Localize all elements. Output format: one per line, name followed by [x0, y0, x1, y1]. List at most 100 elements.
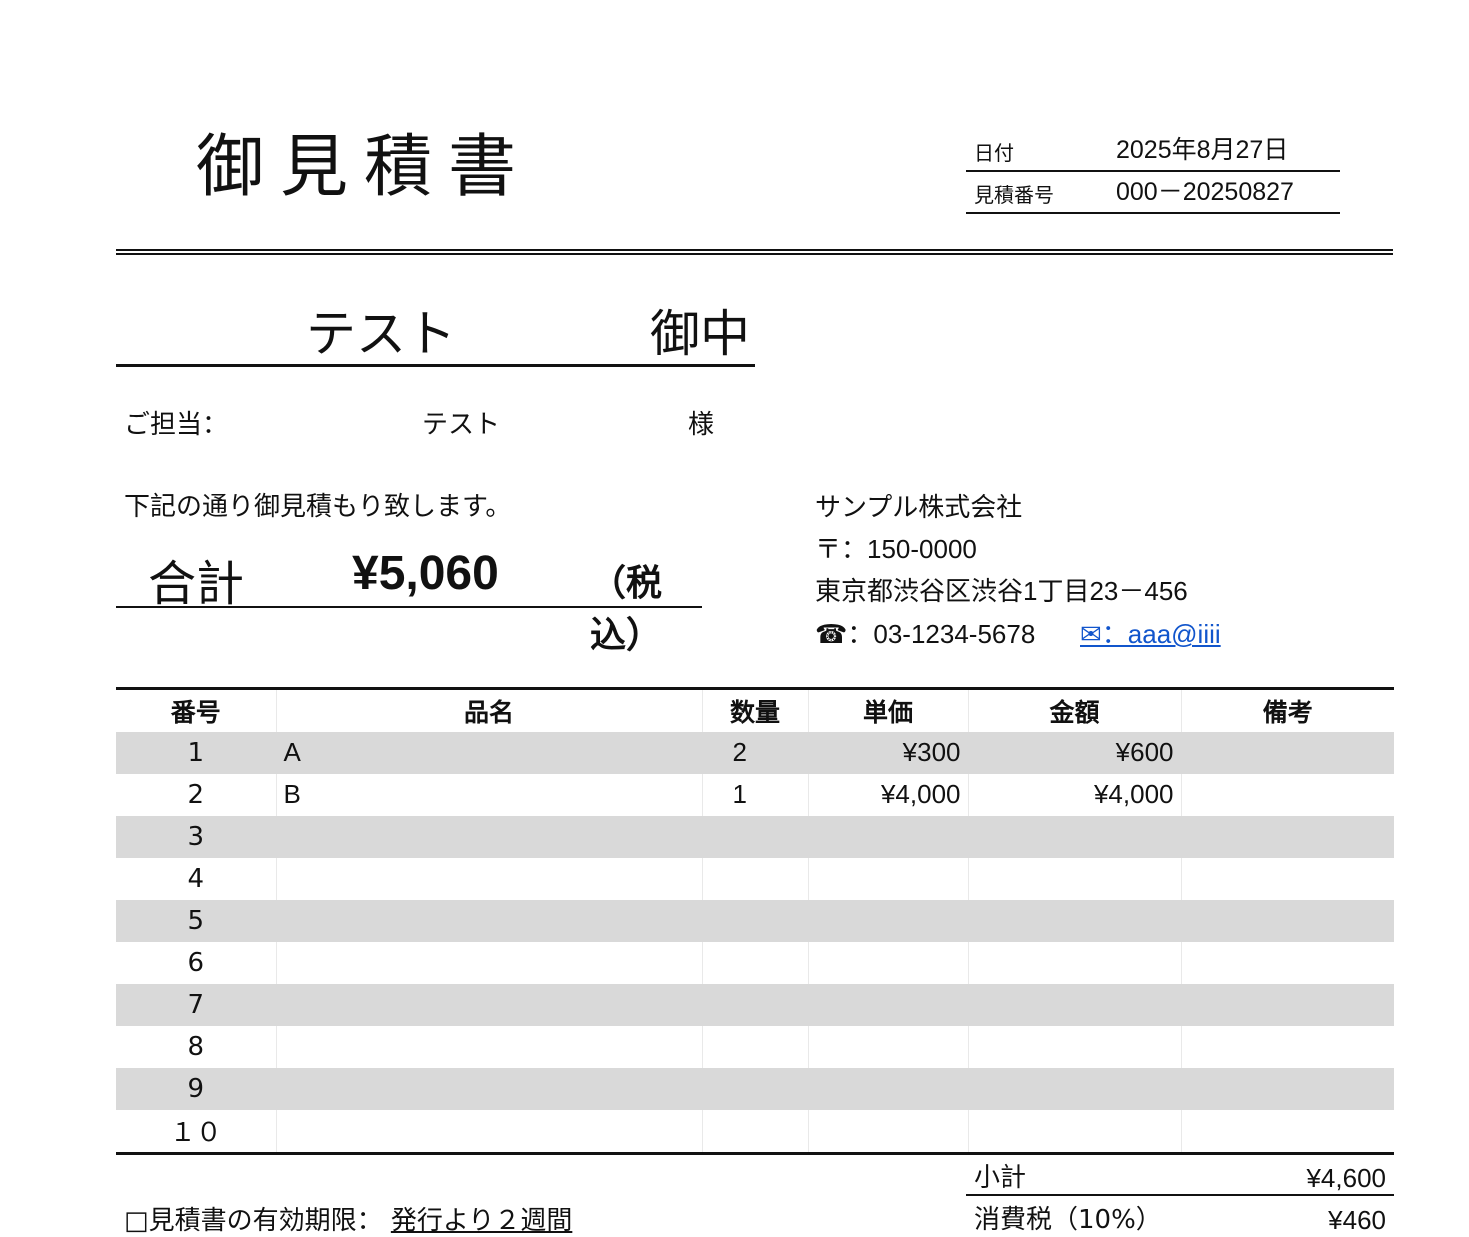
- company-postal: 〒：150-0000: [815, 534, 977, 564]
- total-tax-note: （税込）: [590, 563, 663, 656]
- quantity-cell: [702, 1067, 809, 1110]
- header-quantity: 数量: [702, 687, 809, 732]
- validity-note: □見積書の有効期限： 発行より２週間: [124, 1200, 572, 1237]
- quantity-cell: [702, 983, 809, 1026]
- unit-price-cell: [808, 983, 969, 1026]
- note-cell: [1181, 815, 1394, 858]
- contact-honorific: 様: [688, 410, 715, 440]
- table-row: 2 B 1 ¥4,000 ¥4,000: [116, 773, 1394, 816]
- header-divider-bottom: [116, 253, 1393, 255]
- note-cell: [1181, 1067, 1394, 1110]
- item-name-cell: [276, 815, 703, 858]
- row-number-cell: 8: [116, 1025, 277, 1068]
- table-row: 9: [116, 1067, 1394, 1110]
- subtotal-row: 小計 ¥4,600: [966, 1156, 1394, 1196]
- amount-cell: [968, 941, 1182, 984]
- date-row: 日付 2025年8月27日: [966, 134, 1340, 172]
- item-name-cell: [276, 1067, 703, 1110]
- row-number-cell: 7: [116, 983, 277, 1026]
- note-cell: [1181, 774, 1394, 816]
- items-table: 番号 品名 数量 単価 金額 備考 1 A 2 ¥300 ¥600 2 B 1 ¥4,000 ¥4…: [116, 687, 1394, 1155]
- client-name: テスト: [306, 305, 456, 363]
- header-unit-price: 単価: [808, 687, 969, 732]
- note-cell: [1181, 1109, 1394, 1155]
- row-number-cell: 6: [116, 941, 277, 984]
- amount-cell: [968, 815, 1182, 858]
- table-header-row: 番号 品名 数量 単価 金額 備考: [116, 687, 1394, 732]
- contact-label: ご担当：: [124, 410, 229, 440]
- row-number-cell: 3: [116, 815, 277, 858]
- subtotal-value: ¥4,600: [1306, 1163, 1386, 1193]
- note-cell: [1181, 731, 1394, 774]
- item-name-cell: [276, 1025, 703, 1068]
- note-cell: [1181, 899, 1394, 942]
- table-row: １０: [116, 1109, 1394, 1155]
- unit-price-cell: [808, 1067, 969, 1110]
- item-name-cell: [276, 941, 703, 984]
- table-row: 3: [116, 815, 1394, 858]
- amount-cell: ¥4,000: [968, 773, 1182, 816]
- company-address: 東京都渋谷区渋谷1丁目23－456: [815, 576, 1188, 606]
- date-value: 2025年8月27日: [1116, 136, 1289, 164]
- header-number: 番号: [116, 687, 277, 732]
- unit-price-cell: [808, 1025, 969, 1068]
- company-phone: ☎：03-1234-5678: [815, 619, 1036, 649]
- document-title: 御見積書: [196, 128, 533, 207]
- unit-price-cell: [808, 941, 969, 984]
- quantity-cell: 1: [702, 773, 809, 816]
- tax-value: ¥460: [1328, 1205, 1386, 1235]
- intro-text: 下記の通り御見積もり致します。: [124, 492, 512, 522]
- date-label: 日付: [974, 141, 1014, 165]
- quantity-cell: [702, 1109, 809, 1155]
- company-name: サンプル株式会社: [815, 492, 1023, 522]
- header-amount: 金額: [968, 687, 1182, 732]
- item-name-cell: [276, 1109, 703, 1155]
- total-label: 合計: [148, 556, 245, 612]
- unit-price-cell: ¥4,000: [808, 773, 969, 816]
- item-name-cell: [276, 983, 703, 1026]
- total-block: 合計 ¥5,060 （税込）: [116, 542, 702, 656]
- header-notes: 備考: [1181, 687, 1394, 732]
- row-number-cell: 4: [116, 857, 277, 900]
- contact-name: テスト: [422, 410, 501, 440]
- quantity-cell: [702, 941, 809, 984]
- subtotal-label: 小計: [974, 1163, 1027, 1193]
- item-name-cell: B: [276, 773, 703, 816]
- header-item: 品名: [276, 687, 703, 732]
- unit-price-cell: [808, 1109, 969, 1155]
- note-cell: [1181, 942, 1394, 984]
- client-honorific: 御中: [650, 305, 750, 363]
- note-cell: [1181, 1026, 1394, 1068]
- item-name-cell: [276, 857, 703, 900]
- quote-number-value: 000－20250827: [1116, 178, 1294, 206]
- client-block: テスト 御中: [116, 292, 755, 367]
- unit-price-cell: ¥300: [808, 731, 969, 774]
- row-number-cell: 2: [116, 773, 277, 816]
- table-row: 7: [116, 983, 1394, 1026]
- amount-cell: [968, 899, 1182, 942]
- note-cell: [1181, 983, 1394, 1026]
- unit-price-cell: [808, 899, 969, 942]
- quote-number-label: 見積番号: [974, 183, 1054, 207]
- item-name-cell: A: [276, 731, 703, 774]
- item-name-cell: [276, 899, 703, 942]
- total-amount: ¥5,060: [352, 547, 499, 600]
- amount-cell: [968, 1067, 1182, 1110]
- table-row: 5: [116, 899, 1394, 942]
- amount-cell: ¥600: [968, 731, 1182, 774]
- quote-number-row: 見積番号 000－20250827: [966, 172, 1340, 214]
- amount-cell: [968, 983, 1182, 1026]
- unit-price-cell: [808, 857, 969, 900]
- table-row: 6: [116, 941, 1394, 984]
- row-number-cell: 5: [116, 899, 277, 942]
- company-email-link[interactable]: ✉：aaa@iiii: [1080, 614, 1221, 651]
- table-row: 1 A 2 ¥300 ¥600: [116, 731, 1394, 774]
- quantity-cell: [702, 857, 809, 900]
- tax-label: 消費税（10%）: [974, 1205, 1162, 1235]
- quantity-cell: 2: [702, 731, 809, 774]
- tax-row: 消費税（10%） ¥460: [966, 1196, 1394, 1236]
- row-number-cell: １０: [116, 1109, 277, 1155]
- quantity-cell: [702, 899, 809, 942]
- row-number-cell: 1: [116, 731, 277, 774]
- quantity-cell: [702, 1025, 809, 1068]
